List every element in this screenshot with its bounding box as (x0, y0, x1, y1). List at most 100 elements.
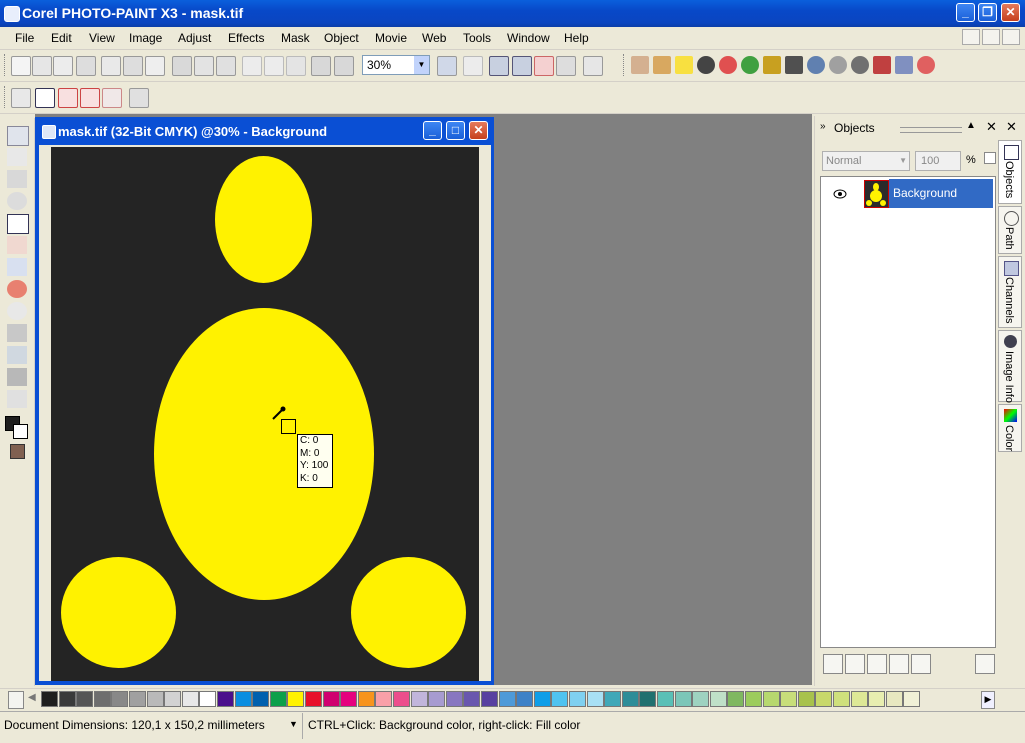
menu-help[interactable]: Help (564, 31, 589, 45)
palette-swatch[interactable] (76, 691, 93, 707)
mosaic-icon[interactable] (763, 56, 781, 74)
menu-web[interactable]: Web (422, 31, 446, 45)
brush-tool-icon[interactable] (873, 56, 891, 74)
menu-effects[interactable]: Effects (228, 31, 264, 45)
new-from-clipboard-icon[interactable] (32, 56, 52, 76)
palette-swatch[interactable] (182, 691, 199, 707)
palette-swatch[interactable] (551, 691, 568, 707)
cut-icon[interactable] (172, 56, 192, 76)
palette-swatch[interactable] (833, 691, 850, 707)
palette-swatch[interactable] (305, 691, 322, 707)
palette-swatch[interactable] (393, 691, 410, 707)
contrast-icon[interactable] (697, 56, 715, 74)
lock-transparency-icon[interactable] (984, 152, 996, 164)
magic-wand-effect-icon[interactable] (895, 56, 913, 74)
mask-tool-icon[interactable] (7, 148, 27, 166)
document-close-button[interactable]: ✕ (469, 121, 488, 140)
new-object-icon[interactable] (823, 654, 843, 674)
palette-swatch[interactable] (516, 691, 533, 707)
palette-swatch[interactable] (411, 691, 428, 707)
palette-swatch[interactable] (604, 691, 621, 707)
palette-swatch[interactable] (710, 691, 727, 707)
docker-collapse-icon[interactable]: » (820, 121, 826, 132)
redo-icon[interactable] (264, 56, 284, 76)
tab-color[interactable]: Color (998, 404, 1022, 452)
palette-swatch[interactable] (499, 691, 516, 707)
combine-objects-icon[interactable] (867, 654, 887, 674)
eyedropper-area-icon[interactable] (102, 88, 122, 108)
eyedropper-sample-icon[interactable] (11, 88, 31, 108)
new-lens-icon[interactable] (845, 654, 865, 674)
tab-path[interactable]: Path (998, 206, 1022, 254)
maximize-button[interactable]: ❐ (978, 3, 997, 22)
effect-brush-icon[interactable] (653, 56, 671, 74)
paint-on-mask-icon[interactable] (463, 56, 483, 76)
doc-restore-button[interactable] (982, 29, 1000, 45)
paste-icon[interactable] (216, 56, 236, 76)
docker-arrow-up-icon[interactable]: ▲ (966, 120, 976, 131)
palette-swatch[interactable] (59, 691, 76, 707)
opacity-input[interactable]: 100 (915, 151, 961, 171)
palette-swatch[interactable] (428, 691, 445, 707)
eye-visibility-icon[interactable] (833, 188, 847, 199)
palette-swatch[interactable] (815, 691, 832, 707)
object-from-mask-icon[interactable] (911, 654, 931, 674)
eyedropper-3x3-icon[interactable] (58, 88, 78, 108)
menu-mask[interactable]: Mask (281, 31, 310, 45)
eyedropper-1x1-icon[interactable] (35, 88, 55, 108)
palette-swatch[interactable] (587, 691, 604, 707)
paint-brush-effect-icon[interactable] (631, 56, 649, 74)
minimize-button[interactable]: _ (956, 3, 975, 22)
eyedropper-5x5-icon[interactable] (80, 88, 100, 108)
app-icon[interactable] (4, 6, 20, 22)
palette-swatch[interactable] (252, 691, 269, 707)
palette-swatch[interactable] (270, 691, 287, 707)
copy-icon[interactable] (194, 56, 214, 76)
remove-mask-icon[interactable] (534, 56, 554, 76)
invert-mask-icon[interactable] (556, 56, 576, 76)
fill-tool-icon[interactable] (7, 324, 27, 342)
palette-scroll-right-icon[interactable]: ▶ (981, 691, 995, 709)
palette-swatch[interactable] (340, 691, 357, 707)
palette-swatch[interactable] (675, 691, 692, 707)
menu-edit[interactable]: Edit (51, 31, 72, 45)
palette-swatch[interactable] (164, 691, 181, 707)
palette-swatch[interactable] (217, 691, 234, 707)
palette-swatch[interactable] (481, 691, 498, 707)
export-icon[interactable] (334, 56, 354, 76)
docker-grip[interactable] (900, 127, 962, 133)
docker-close-icon[interactable]: ✕ (986, 119, 997, 135)
palette-swatch[interactable] (868, 691, 885, 707)
image-canvas[interactable] (51, 147, 479, 681)
menu-image[interactable]: Image (129, 31, 162, 45)
hue-icon[interactable] (741, 56, 759, 74)
mask-marquee-icon[interactable] (512, 56, 532, 76)
palette-swatch[interactable] (798, 691, 815, 707)
palette-swatch[interactable] (903, 691, 920, 707)
menu-object[interactable]: Object (324, 31, 359, 45)
docker-tabs-close-icon[interactable]: ✕ (1006, 119, 1017, 135)
palette-swatch[interactable] (199, 691, 216, 707)
palette-swatch[interactable] (639, 691, 656, 707)
palette-swatch[interactable] (727, 691, 744, 707)
status-dropdown-icon[interactable]: ▼ (289, 719, 298, 729)
palette-swatch[interactable] (886, 691, 903, 707)
pick-tool-icon[interactable] (7, 126, 29, 146)
palette-swatch[interactable] (94, 691, 111, 707)
tab-image-info[interactable]: Image Info (998, 330, 1022, 403)
menu-window[interactable]: Window (507, 31, 550, 45)
layer-name-background[interactable]: Background (889, 179, 993, 208)
document-minimize-button[interactable]: _ (423, 121, 442, 140)
image-sprayer-icon[interactable] (7, 390, 27, 408)
undo-icon[interactable] (242, 56, 262, 76)
eraser-tool-icon[interactable] (7, 236, 27, 254)
palette-swatch[interactable] (375, 691, 392, 707)
palette-swatch[interactable] (111, 691, 128, 707)
doc-minimize-button[interactable] (962, 29, 980, 45)
palette-swatch[interactable] (692, 691, 709, 707)
close-button[interactable]: ✕ (1001, 3, 1020, 22)
new-file-icon[interactable] (11, 56, 31, 76)
document-maximize-button[interactable]: □ (446, 121, 465, 140)
menu-view[interactable]: View (89, 31, 115, 45)
palette-scroll-left-icon[interactable]: ◀ (28, 692, 36, 703)
